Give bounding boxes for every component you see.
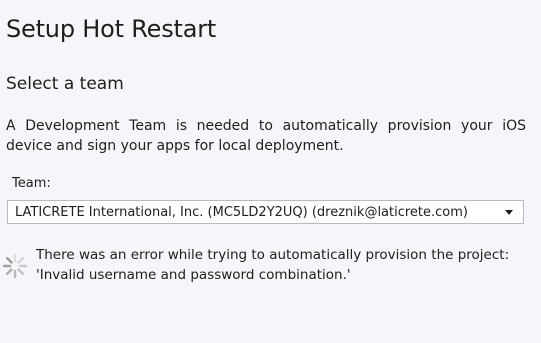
page-title: Setup Hot Restart [6,15,217,43]
error-message: There was an error while trying to autom… [36,245,531,285]
spinner-ray [17,268,24,275]
section-title: Select a team [6,74,124,94]
spinner-ray [17,257,24,264]
error-message-line: 'Invalid username and password combinati… [36,267,351,283]
team-dropdown[interactable]: LATICRETE International, Inc. (MC5LD2Y2U… [7,200,524,224]
team-label: Team: [12,176,51,191]
spinner-icon [2,253,28,279]
chevron-down-icon[interactable] [499,209,519,215]
spinner-ray [6,268,13,275]
team-dropdown-value: LATICRETE International, Inc. (MC5LD2Y2U… [15,204,468,220]
spinner-ray [6,257,13,264]
error-message-line: There was an error while trying to autom… [36,247,510,263]
description-text: A Development Team is needed to automati… [6,118,526,154]
